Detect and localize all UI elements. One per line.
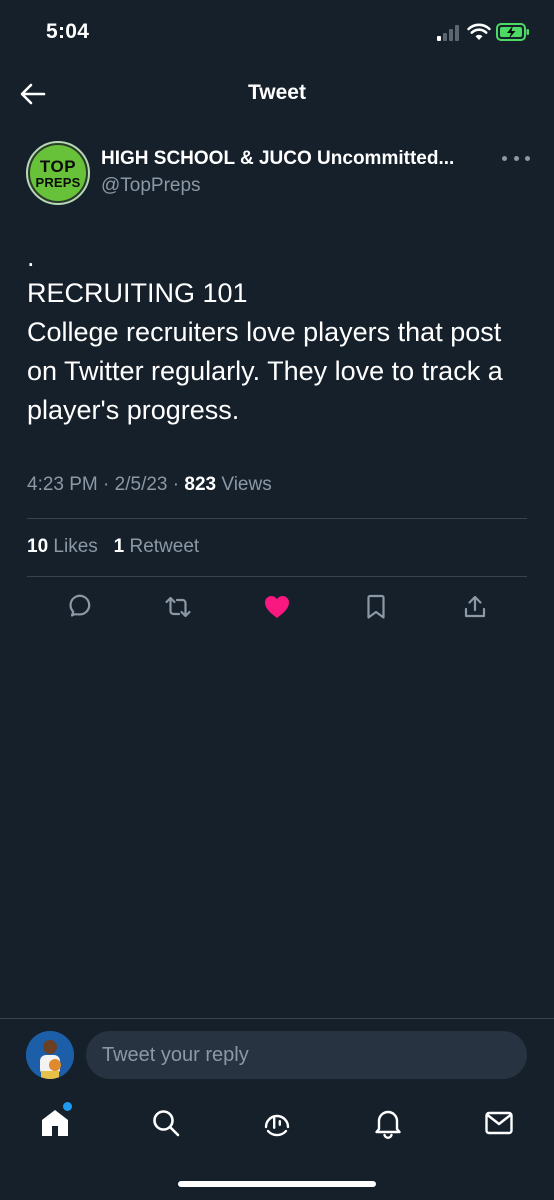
author-name[interactable]: HIGH SCHOOL & JUCO Uncommitted... xyxy=(101,148,493,170)
reply-input[interactable] xyxy=(86,1031,527,1079)
author-avatar[interactable]: TOP PREPS xyxy=(26,141,90,205)
meta-separator: · xyxy=(172,474,180,495)
top-header: Tweet xyxy=(0,66,554,122)
nav-spaces[interactable] xyxy=(260,1106,294,1140)
views-label[interactable]: Views xyxy=(221,474,271,495)
author-handle[interactable]: @TopPreps xyxy=(101,175,201,197)
tweet-date: 2/5/23 xyxy=(114,474,168,495)
tweet-text-dot: . xyxy=(27,242,35,272)
reply-button[interactable] xyxy=(64,592,94,622)
retweets-label[interactable]: Retweet xyxy=(129,536,199,557)
retweet-button[interactable] xyxy=(163,592,193,622)
search-icon xyxy=(153,1110,180,1137)
page-title: Tweet xyxy=(248,81,306,104)
views-count[interactable]: 823 xyxy=(184,474,216,495)
reply-bar xyxy=(0,1018,554,1090)
retweet-icon xyxy=(165,596,191,618)
tweet-text-heading: RECRUITING 101 xyxy=(27,278,248,308)
home-notification-dot xyxy=(63,1102,72,1111)
like-button[interactable] xyxy=(262,592,292,622)
logo-text-top: TOP xyxy=(39,156,77,176)
home-indicator xyxy=(178,1181,376,1187)
bookmark-icon xyxy=(367,594,385,619)
nav-messages[interactable] xyxy=(482,1106,516,1140)
user-avatar[interactable] xyxy=(26,1031,74,1079)
messages-icon xyxy=(485,1111,513,1135)
tweet-detail-screen: 5:04 Tweet TOP PREPS HIGH SCHOOL & JUCO … xyxy=(0,0,554,1200)
nav-notifications[interactable] xyxy=(371,1106,405,1140)
heart-icon xyxy=(265,596,289,618)
user-avatar-image xyxy=(26,1031,74,1079)
divider xyxy=(27,518,527,519)
likes-label[interactable]: Likes xyxy=(53,536,97,557)
engagement-stats: 10 Likes 1 Retweet xyxy=(27,536,199,558)
home-icon xyxy=(42,1110,68,1136)
bottom-nav xyxy=(0,1090,554,1200)
wifi-icon xyxy=(467,23,491,40)
likes-count[interactable]: 10 xyxy=(27,536,48,557)
retweets-count[interactable]: 1 xyxy=(114,536,125,557)
status-bar: 5:04 xyxy=(0,0,554,66)
share-button[interactable] xyxy=(460,592,490,622)
status-time: 5:04 xyxy=(46,20,90,43)
cellular-signal-icon xyxy=(437,25,459,41)
comment-icon xyxy=(69,594,91,617)
notifications-icon xyxy=(375,1110,401,1139)
nav-home[interactable] xyxy=(38,1106,72,1140)
more-options-icon[interactable] xyxy=(502,150,530,166)
tweet-text-paragraph: College recruiters love players that pos… xyxy=(27,317,503,425)
bookmark-button[interactable] xyxy=(361,592,391,622)
logo-text-bottom: PREPS xyxy=(35,174,81,190)
nav-search[interactable] xyxy=(149,1106,183,1140)
tweet-meta: 4:23 PM · 2/5/23 · 823 Views xyxy=(27,474,272,496)
top-preps-logo: TOP PREPS xyxy=(30,145,86,201)
tweet-time: 4:23 PM xyxy=(27,474,98,495)
meta-separator: · xyxy=(103,474,110,495)
spaces-icon xyxy=(264,1114,290,1137)
divider xyxy=(27,576,527,577)
battery-charging-icon xyxy=(496,23,529,41)
tweet-text: . RECRUITING 101 College recruiters love… xyxy=(27,240,527,430)
share-icon xyxy=(464,595,486,618)
